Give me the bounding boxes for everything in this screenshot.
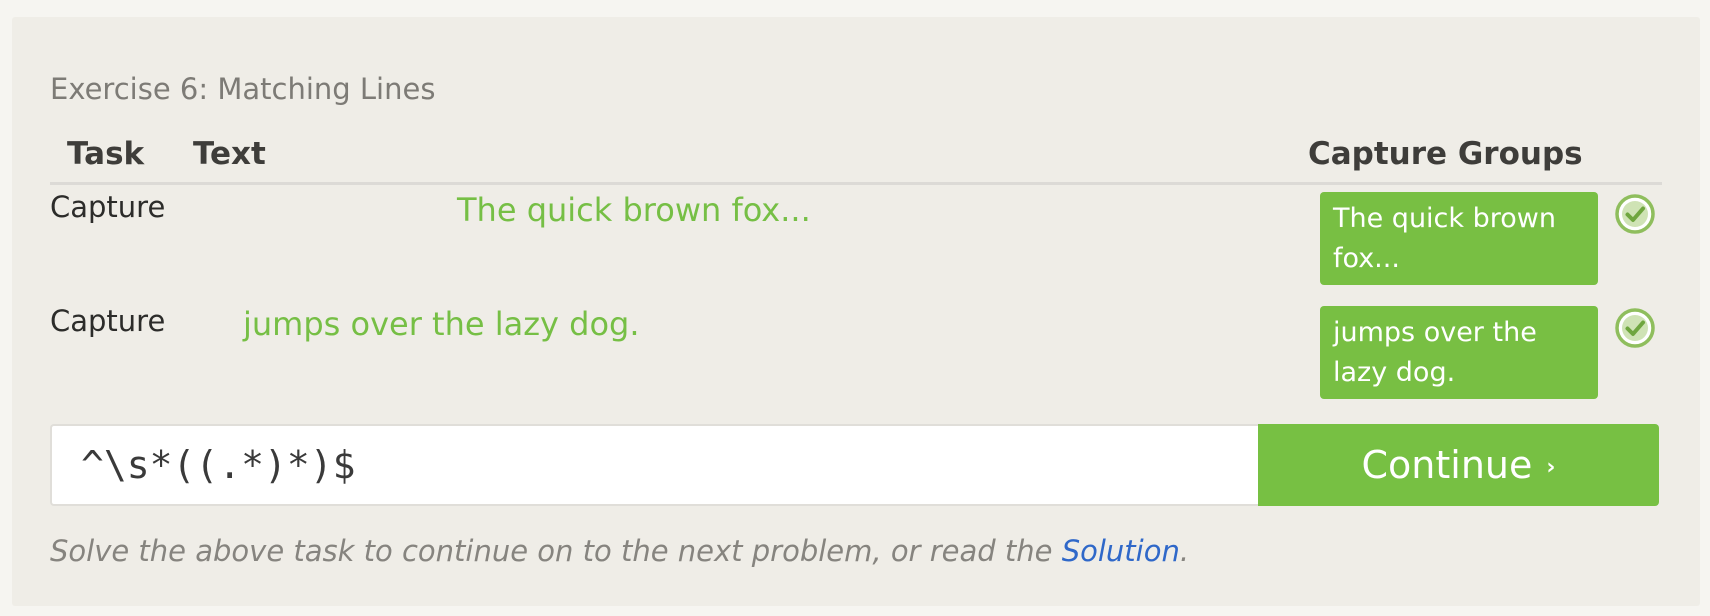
capture-group-result: jumps over the lazy dog. (1320, 306, 1598, 399)
header-divider (50, 182, 1662, 185)
task-label: Capture (50, 304, 166, 338)
solution-link[interactable]: Solution (1062, 534, 1180, 568)
check-circle-icon (1615, 308, 1655, 348)
chevron-right-icon: › (1546, 454, 1556, 480)
column-header-text: Text (193, 136, 266, 172)
row-text: The quick brown fox... (457, 191, 811, 229)
column-header-capture-groups: Capture Groups (1308, 136, 1583, 172)
task-label: Capture (50, 190, 166, 224)
continue-label: Continue (1361, 443, 1533, 487)
column-header-task: Task (67, 136, 145, 172)
exercise-panel: Exercise 6: Matching Lines Task Text Cap… (12, 17, 1700, 606)
hint-text: Solve the above task to continue on to t… (50, 533, 1189, 569)
hint-prefix: Solve the above task to continue on to t… (50, 534, 1062, 568)
capture-group-result: The quick brown fox... (1320, 192, 1598, 285)
continue-button[interactable]: Continue › (1258, 424, 1659, 506)
check-circle-icon (1615, 194, 1655, 234)
hint-suffix: . (1179, 534, 1190, 568)
row-text: jumps over the lazy dog. (243, 305, 640, 343)
exercise-title: Exercise 6: Matching Lines (50, 72, 436, 106)
regex-input[interactable] (50, 424, 1262, 506)
